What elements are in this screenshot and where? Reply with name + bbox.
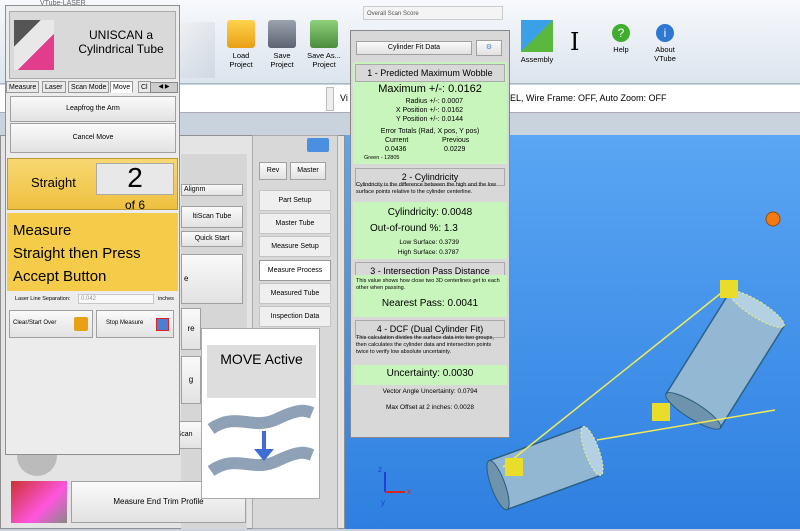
x-position-value: X Position +/-: 0.0162: [395, 107, 463, 114]
uniscan-title-line1: UNISCAN a: [88, 28, 153, 42]
cylinder-upper: [665, 290, 785, 430]
tab-scroll-buttons[interactable]: ◀ ▶: [150, 82, 178, 93]
nav-measured-tube[interactable]: Measured Tube: [259, 283, 331, 304]
uniscan-tube-icon: [14, 20, 54, 70]
about-label: About VTube: [654, 45, 676, 63]
intersection-marker: [720, 280, 738, 298]
stop-measure-button[interactable]: Stop Measure: [96, 310, 174, 338]
rev-button[interactable]: Rev: [259, 162, 287, 180]
laser-sep-unit: inches: [158, 296, 174, 302]
axis-y-label: y: [381, 498, 385, 507]
move-active-title: MOVE Active: [220, 351, 303, 367]
error-previous-label: Previous: [442, 137, 470, 144]
error-totals-title: Error Totals (Rad, X pos, Y pos): [380, 128, 480, 135]
quick-start-button[interactable]: Quick Start: [181, 231, 243, 247]
text-cursor-icon: I: [570, 28, 580, 56]
vector-angle-value: Vector Angle Uncertainty: 0.0794: [382, 388, 478, 395]
move-active-popup: MOVE Active: [201, 328, 320, 499]
error-current-value: 0.0436: [385, 146, 407, 153]
tab-laser[interactable]: Laser: [42, 81, 66, 93]
stop-measure-label: Stop Measure: [106, 320, 144, 326]
folder-icon: [227, 20, 255, 48]
instruction-text: Measure Straight then Press Accept Butto…: [13, 222, 141, 285]
scan-score-titlebar: Overall Scan Score: [363, 6, 503, 20]
background-button-g[interactable]: g: [181, 356, 201, 404]
multiscan-tube-button[interactable]: ltiScan Tube: [181, 206, 243, 228]
status-text-right: EL, Wire Frame: OFF, Auto Zoom: OFF: [510, 93, 667, 103]
nav-part-setup[interactable]: Part Setup: [259, 190, 331, 211]
stop-icon: [156, 318, 169, 331]
nav-master-tube[interactable]: Master Tube: [259, 213, 331, 234]
error-current-label: Current: [385, 137, 409, 144]
leapfrog-arm-button[interactable]: Leapfrog the Arm: [10, 96, 176, 122]
load-project-label: Load Project: [229, 51, 253, 69]
intersection-marker: [505, 458, 523, 476]
help-label: Help: [613, 45, 629, 54]
clear-start-over-label: Clear/Start Over: [13, 320, 57, 326]
left-panel-blank-area: [7, 342, 178, 450]
high-surface-value: High Surface: 0.3787: [397, 249, 459, 256]
nearest-pass-value: Nearest Pass: 0.0041: [381, 298, 479, 309]
save-project-button[interactable]: Save Project: [259, 20, 305, 78]
out-of-round-value: Out-of-round %: 1.3: [370, 223, 458, 234]
axis-z-label: z: [378, 465, 382, 474]
section-1-title: 1 - Predicted Maximum Wobble: [355, 64, 505, 82]
max-offset-value: Max Offset at 2 inches: 0.0028: [385, 404, 475, 411]
nav-measure-setup[interactable]: Measure Setup: [259, 236, 331, 257]
section-2-description: Cylindricity is the difference between t…: [356, 182, 496, 195]
uniscan-title-line2: Cylindrical Tube: [78, 42, 164, 56]
section-3-description: This value shows how close two 3D center…: [356, 278, 500, 291]
low-surface-value: Low Surface: 0.3739: [399, 239, 459, 246]
clear-start-over-button[interactable]: Clear/Start Over: [9, 310, 93, 338]
nav-inspection-data[interactable]: Inspection Data: [259, 306, 331, 327]
maximum-value: Maximum +/-: 0.0162: [378, 83, 482, 95]
undo-icon: [74, 317, 88, 331]
save-as-project-button[interactable]: Save As... Project: [301, 20, 347, 78]
help-button[interactable]: ? Help: [601, 20, 641, 78]
cubes-icon: [521, 20, 553, 52]
question-icon: ?: [612, 24, 630, 42]
background-button-re[interactable]: re: [181, 308, 201, 350]
straight-label: Straight: [31, 175, 76, 190]
cancel-move-button[interactable]: Cancel Move: [10, 123, 176, 153]
straight-number: 2: [127, 162, 143, 193]
load-project-button[interactable]: Load Project: [218, 20, 264, 78]
uncertainty-value: Uncertainty: 0.0030: [386, 368, 474, 379]
info-icon: i: [656, 24, 674, 42]
end-trim-icon: [11, 481, 67, 523]
intersection-marker: [652, 403, 670, 421]
nav-measure-process[interactable]: Measure Process: [259, 260, 331, 281]
cylinder-fit-data-button[interactable]: Cylinder Fit Data: [356, 41, 472, 55]
tube-move-icon: [207, 404, 315, 477]
green-label: Green - 12805: [364, 155, 400, 161]
save-as-project-label: Save As... Project: [307, 51, 341, 69]
tab-scan-mode[interactable]: Scan Mode: [68, 81, 110, 93]
background-button-e[interactable]: e: [181, 254, 243, 304]
cylindricity-value: Cylindricity: 0.0048: [387, 207, 473, 218]
save-project-label: Save Project: [270, 51, 294, 69]
gear-icon[interactable]: ⚙: [476, 40, 502, 56]
assembly-button[interactable]: Assembly: [516, 20, 558, 78]
master-button[interactable]: Master: [290, 162, 326, 180]
tab-move[interactable]: Move: [110, 81, 134, 93]
disk-icon: [268, 20, 296, 48]
tab-measure[interactable]: Measure: [6, 81, 40, 93]
alignment-dropdown[interactable]: Alignm: [181, 184, 243, 196]
disk-plus-icon: [310, 20, 338, 48]
radius-value: Radius +/-: 0.0007: [405, 98, 463, 105]
error-previous-value: 0.0229: [444, 146, 466, 153]
axis-x-label: x: [407, 487, 411, 496]
assembly-label: Assembly: [520, 55, 554, 64]
straight-of-count: of 6: [124, 198, 145, 212]
status-text-left: Vi: [340, 93, 348, 103]
rotation-center-icon[interactable]: [765, 211, 781, 227]
tab-cl[interactable]: Cl: [138, 81, 151, 93]
about-button[interactable]: i About VTube: [645, 20, 685, 78]
section-4-description: This calculation divides the surface dat…: [356, 335, 494, 355]
nav-back-icon[interactable]: [307, 138, 329, 152]
status-scrollbar[interactable]: [326, 87, 334, 111]
laser-sep-input[interactable]: 0.042: [78, 294, 154, 304]
laser-sep-label: Laser Line Separation:: [15, 296, 71, 302]
y-position-value: Y Position +/-: 0.0144: [396, 116, 463, 123]
